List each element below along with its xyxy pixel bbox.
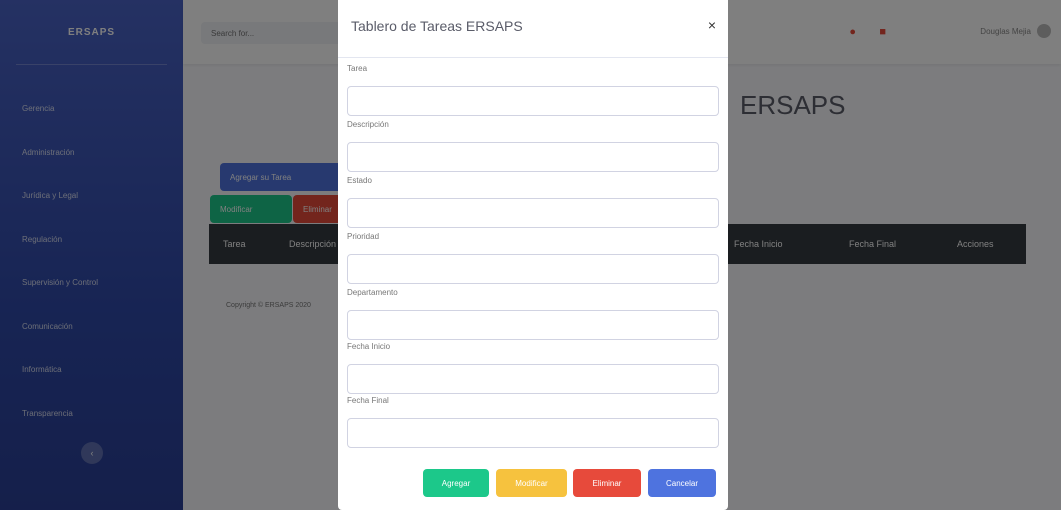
close-icon[interactable]: × [708, 17, 716, 33]
tarea-input[interactable] [347, 86, 719, 116]
fecha-final-input[interactable] [347, 418, 719, 448]
field-estado: Estado [347, 176, 719, 228]
field-fecha-inicio: Fecha Inicio [347, 342, 719, 394]
field-prioridad: Prioridad [347, 232, 719, 284]
departamento-input[interactable] [347, 310, 719, 340]
field-fecha-final: Fecha Final [347, 396, 719, 448]
fecha-inicio-input[interactable] [347, 364, 719, 394]
field-tarea: Tarea [347, 64, 719, 116]
field-label: Estado [347, 176, 372, 185]
field-label: Prioridad [347, 232, 380, 241]
modal-header: Tablero de Tareas ERSAPS × [338, 0, 728, 58]
modal-title: Tablero de Tareas ERSAPS [351, 18, 523, 34]
field-label: Departamento [347, 288, 398, 297]
field-label: Fecha Final [347, 396, 389, 405]
estado-input[interactable] [347, 198, 719, 228]
field-label: Fecha Inicio [347, 342, 391, 351]
field-label: Descripción [347, 120, 389, 129]
agregar-button[interactable]: Agregar [423, 469, 489, 497]
field-label: Tarea [347, 64, 368, 73]
descripcion-input[interactable] [347, 142, 719, 172]
eliminar-button[interactable]: Eliminar [573, 469, 641, 497]
task-modal: Tablero de Tareas ERSAPS × Tarea Descrip… [338, 0, 728, 510]
prioridad-input[interactable] [347, 254, 719, 284]
field-departamento: Departamento [347, 288, 719, 340]
field-descripcion: Descripción [347, 120, 719, 172]
modificar-button[interactable]: Modificar [496, 469, 567, 497]
cancelar-button[interactable]: Cancelar [648, 469, 716, 497]
